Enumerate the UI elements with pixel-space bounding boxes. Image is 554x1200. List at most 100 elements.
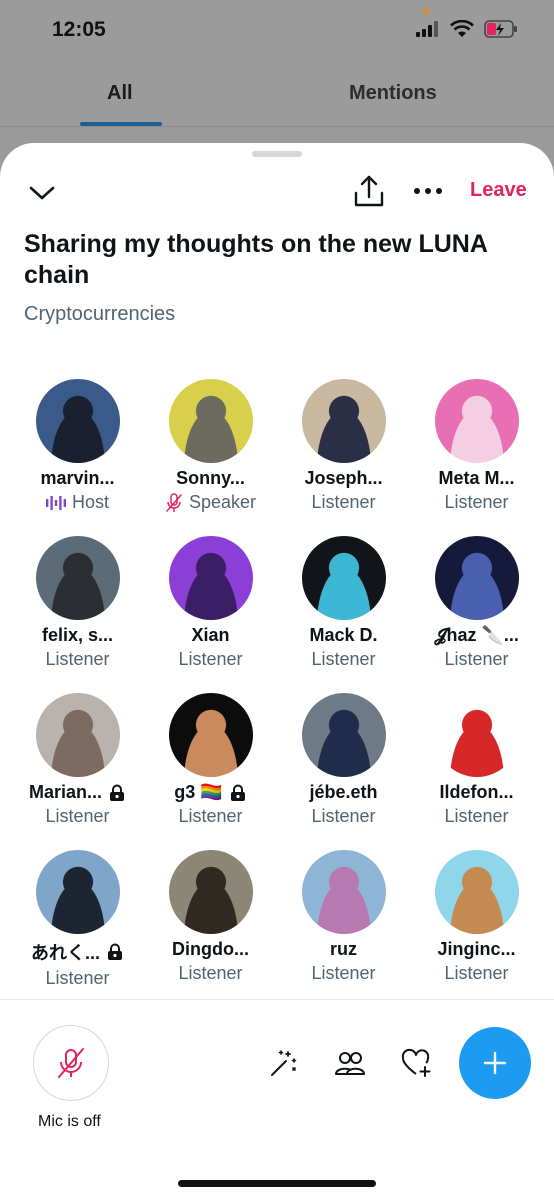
participant[interactable]: Mack D. Listener [277, 536, 410, 693]
participant-name: jébe.eth [309, 782, 377, 803]
avatar[interactable] [168, 536, 253, 620]
home-indicator [178, 1180, 376, 1187]
participant-role: Listener [444, 492, 508, 513]
participant-name-text: Mack D. [309, 625, 378, 645]
participant-role: Listener [311, 963, 375, 984]
share-icon [354, 175, 384, 207]
avatar[interactable] [168, 850, 253, 934]
participant-role-text: Listener [45, 968, 110, 988]
background-tabs: All Mentions [0, 72, 554, 132]
participant[interactable]: felix, s... Listener [11, 536, 144, 693]
participant-role-text: Listener [311, 649, 376, 669]
participant-role: Listener [311, 492, 375, 513]
participant-name: Sonny... [176, 468, 245, 489]
participant-role: Listener [444, 963, 508, 984]
lock-icon [110, 784, 125, 801]
participant-role: Listener [311, 649, 375, 670]
participant-name-text: Joseph... [304, 468, 383, 488]
battery-charging-icon [484, 20, 517, 38]
cellular-signal-icon [416, 21, 438, 37]
participant-role-text: Listener [444, 963, 509, 983]
react-button[interactable] [400, 1047, 432, 1079]
host-waveform-icon [45, 495, 66, 510]
tab-mentions: Mentions [349, 82, 437, 104]
people-button[interactable] [334, 1047, 366, 1079]
participant-name: marvin... [40, 468, 114, 489]
sheet-grabber[interactable] [252, 151, 302, 157]
participant-name: Mack D. [309, 625, 377, 646]
participant-name: Meta M... [438, 468, 514, 489]
mic-off-icon [58, 1048, 84, 1078]
avatar[interactable] [434, 850, 519, 934]
minimize-button[interactable] [26, 177, 58, 209]
avatar[interactable] [301, 536, 386, 620]
lock-icon [108, 943, 122, 960]
participant[interactable]: g3 🏳️‍🌈 Listener [144, 693, 277, 850]
participant[interactable]: marvin... Host [11, 379, 144, 536]
status-icons [416, 20, 518, 38]
participant-role: Listener [45, 806, 109, 827]
participant[interactable]: Dingdo... Listener [144, 850, 277, 1007]
people-icon [335, 1052, 365, 1075]
participant-role: Host [45, 492, 109, 513]
participant-name-text: marvin... [40, 468, 115, 488]
wifi-icon [450, 20, 474, 37]
sparkle-button[interactable] [268, 1047, 300, 1079]
avatar[interactable] [168, 693, 253, 777]
participant-role-text: Listener [178, 963, 243, 983]
participant-name: Joseph... [304, 468, 382, 489]
avatar[interactable] [434, 693, 519, 777]
more-options-button[interactable] [412, 179, 444, 203]
status-time: 12:05 [52, 18, 106, 41]
participant-name-text: Sonny... [176, 468, 245, 488]
avatar[interactable] [301, 850, 386, 934]
participant-grid: marvin... Host Sonny... Speaker Joseph... Lis… [11, 379, 543, 1007]
participant-name-text: ruz [330, 939, 357, 959]
participant-role-text: Listener [178, 649, 243, 669]
participant-name-text: あれく... [30, 943, 100, 963]
space-topic[interactable]: Cryptocurrencies [24, 303, 175, 326]
participant-name: Ildefon... [440, 782, 514, 803]
avatar[interactable] [434, 536, 519, 620]
more-dots-icon [414, 188, 442, 194]
participant-role-text: Speaker [188, 492, 257, 512]
mic-toggle-button[interactable] [33, 1025, 109, 1101]
chevron-down-icon [29, 186, 55, 200]
participant[interactable]: ruz Listener [277, 850, 410, 1007]
avatar[interactable] [35, 850, 120, 934]
avatar[interactable] [301, 379, 386, 463]
participant[interactable]: Sonny... Speaker [144, 379, 277, 536]
avatar[interactable] [35, 693, 120, 777]
participant-role-text: Listener [178, 806, 243, 826]
lock-icon [230, 784, 245, 801]
participant[interactable]: Jinginc... Listener [410, 850, 543, 1007]
participant-name-text: jébe.eth [309, 782, 378, 802]
participant-name-text: Dingdo... [172, 939, 249, 959]
avatar[interactable] [35, 379, 120, 463]
share-button[interactable] [352, 173, 386, 209]
heart-plus-icon [401, 1048, 431, 1077]
avatar[interactable] [168, 379, 253, 463]
participant[interactable]: Joseph... Listener [277, 379, 410, 536]
participant[interactable]: jébe.eth Listener [277, 693, 410, 850]
participant[interactable]: Marian... Listener [11, 693, 144, 850]
avatar[interactable] [35, 536, 120, 620]
participant[interactable]: Meta M... Listener [410, 379, 543, 536]
leave-button[interactable]: Leave [470, 179, 527, 202]
participant-name: g3 🏳️‍🌈 [174, 782, 246, 803]
participant[interactable]: Xian Listener [144, 536, 277, 693]
participant-name-text: Jinginc... [437, 939, 516, 959]
participant[interactable]: 𝓙haz 🔪... Listener [410, 536, 543, 693]
participant-name: ruz [330, 939, 357, 960]
participant[interactable]: Ildefon... Listener [410, 693, 543, 850]
compose-fab-button[interactable] [459, 1027, 531, 1099]
mic-muted-icon [166, 492, 182, 512]
avatar[interactable] [434, 379, 519, 463]
participant-role: Listener [444, 649, 508, 670]
participant-role: Listener [311, 806, 375, 827]
participant-role-text: Listener [444, 649, 509, 669]
participant-name: 𝓙haz 🔪... [434, 625, 519, 646]
participant-name: felix, s... [42, 625, 113, 646]
avatar[interactable] [301, 693, 386, 777]
participant[interactable]: あれく... Listener [11, 850, 144, 1007]
